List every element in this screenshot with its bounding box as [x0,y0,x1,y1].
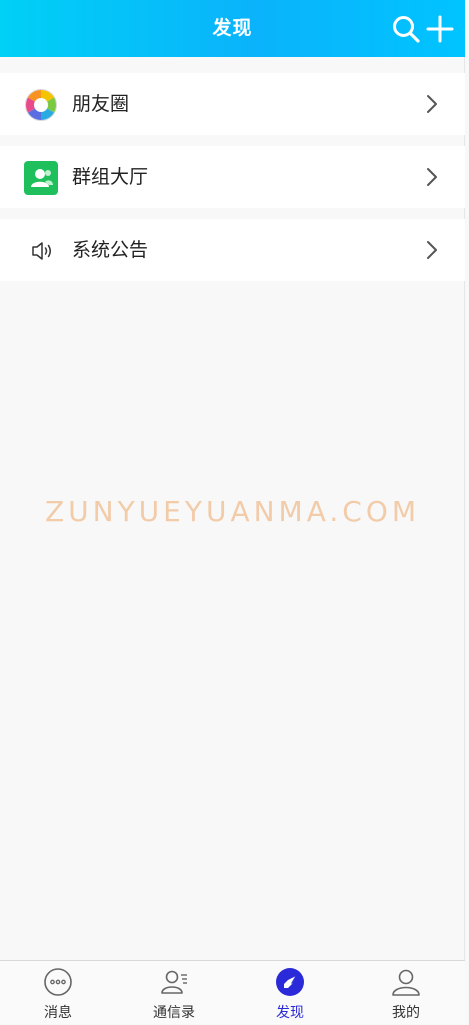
tab-messages[interactable]: 消息 [0,961,116,1025]
list-item-group-hall[interactable]: 群组大厅 [0,146,465,208]
chat-bubble-icon [44,968,72,996]
search-icon [393,16,420,43]
compass-icon [276,968,304,996]
tab-label: 发现 [276,1005,304,1021]
group-contacts-icon [24,161,58,195]
list-item-label: 朋友圈 [72,93,130,115]
tab-contacts[interactable]: 通信录 [116,961,232,1025]
header-bar: 发现 [0,0,465,57]
discover-page: 发现 朋友圈 群组大厅 系统公告 ZUNYUEYUANMA.COM 消息 通信录… [0,0,465,1024]
tab-label: 我的 [392,1005,420,1021]
chevron-right-icon [427,95,437,113]
user-icon [392,969,420,996]
list-item-label: 系统公告 [72,239,149,261]
bottom-tab-bar: 消息 通信录 发现 我的 [0,960,465,1024]
speaker-icon [32,242,51,260]
tab-label: 通信录 [153,1005,195,1021]
chevron-right-icon [427,168,437,186]
list-item-moments[interactable]: 朋友圈 [0,73,465,135]
contacts-icon [161,970,187,994]
list-item-announcements[interactable]: 系统公告 [0,219,465,281]
tab-me[interactable]: 我的 [348,961,464,1025]
watermark-text: ZUNYUEYUANMA.COM [44,495,421,528]
search-button[interactable] [390,13,422,45]
chevron-right-icon [427,241,437,259]
aperture-icon [25,89,57,121]
tab-label: 消息 [44,1005,72,1021]
add-button[interactable] [424,13,456,45]
discover-list: 朋友圈 群组大厅 系统公告 [0,73,465,292]
tab-discover[interactable]: 发现 [232,961,348,1025]
list-item-label: 群组大厅 [72,166,149,188]
plus-icon [426,15,454,43]
